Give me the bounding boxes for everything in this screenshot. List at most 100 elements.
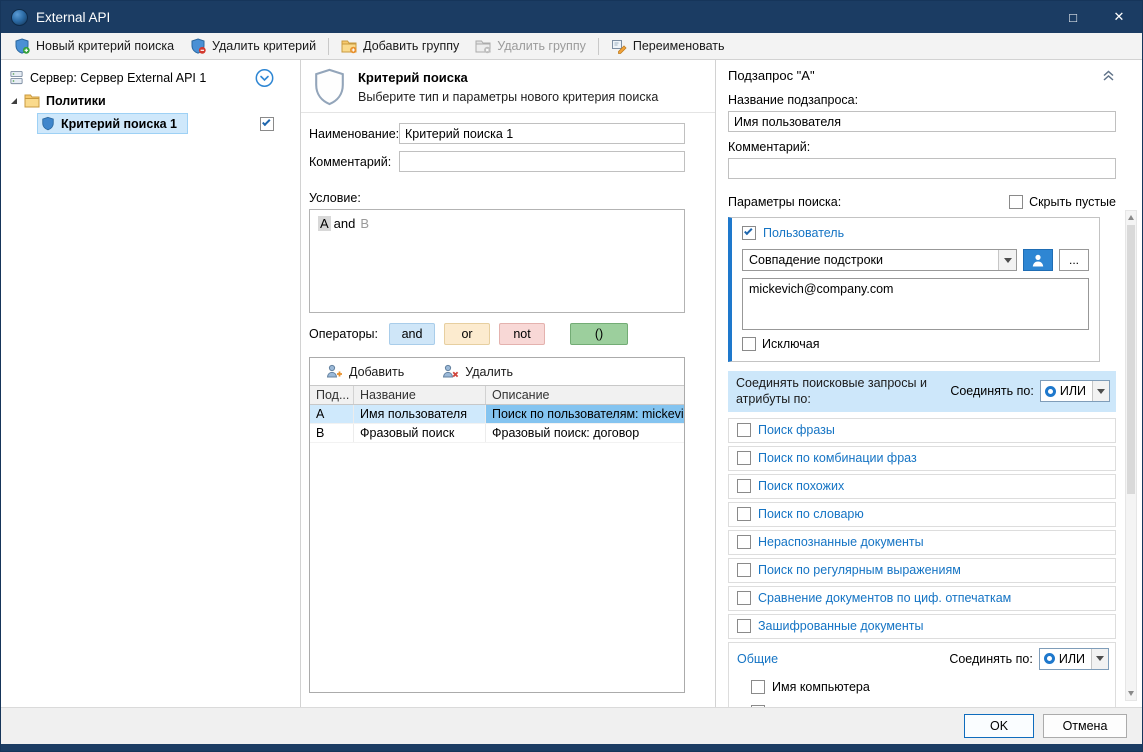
more-button[interactable]: ... bbox=[1059, 249, 1089, 271]
common-join-mode-select[interactable]: ИЛИ bbox=[1039, 648, 1109, 670]
list-item[interactable]: Сравнение документов по циф. отпечаткам bbox=[728, 586, 1116, 611]
user-parameter-group: Пользователь Совпадение подстроки ... mi… bbox=[728, 217, 1100, 362]
option-label[interactable]: Поиск по словарю bbox=[758, 507, 864, 521]
operator-not-button[interactable]: not bbox=[499, 323, 545, 345]
maximize-button[interactable]: □ bbox=[1050, 1, 1096, 33]
list-item[interactable]: Поиск по комбинации фраз bbox=[728, 446, 1116, 471]
rename-label: Переименовать bbox=[633, 39, 725, 53]
option-checkbox[interactable] bbox=[737, 423, 751, 437]
toolbar: Новый критерий поиска Удалить критерий Д… bbox=[1, 33, 1142, 60]
option-checkbox[interactable] bbox=[737, 563, 751, 577]
check-icon bbox=[262, 117, 270, 125]
scroll-up-icon[interactable] bbox=[1126, 211, 1136, 224]
search-params-label: Параметры поиска: bbox=[728, 195, 841, 209]
option-label[interactable]: Имя компьютера bbox=[772, 680, 870, 694]
operator-and-button[interactable]: and bbox=[389, 323, 435, 345]
hide-empty-checkbox[interactable] bbox=[1009, 195, 1023, 209]
delete-group-label: Удалить группу bbox=[497, 39, 586, 53]
comment-input[interactable] bbox=[399, 151, 685, 172]
ok-button[interactable]: OK bbox=[964, 714, 1034, 738]
operator-or-button[interactable]: or bbox=[444, 323, 490, 345]
condition-token-a[interactable]: A bbox=[318, 216, 331, 231]
common-group-label[interactable]: Общие bbox=[737, 652, 778, 666]
pick-user-button[interactable] bbox=[1023, 249, 1053, 271]
list-item[interactable]: Поиск по регулярным выражениям bbox=[728, 558, 1116, 583]
column-header-name[interactable]: Название bbox=[354, 386, 486, 404]
join-mode-select[interactable]: ИЛИ bbox=[1040, 380, 1110, 402]
person-delete-icon bbox=[442, 364, 459, 379]
rename-icon bbox=[611, 38, 627, 54]
cancel-button[interactable]: Отмена bbox=[1043, 714, 1127, 738]
delete-group-button[interactable]: Удалить группу bbox=[467, 35, 594, 58]
option-label[interactable]: Поиск по регулярным выражениям bbox=[758, 563, 961, 577]
list-item[interactable]: Поиск по словарю bbox=[728, 502, 1116, 527]
option-checkbox[interactable] bbox=[737, 591, 751, 605]
cell-name: Фразовый поиск bbox=[354, 424, 486, 442]
tree-criterion-row[interactable]: Критерий поиска 1 bbox=[1, 112, 300, 135]
add-group-button[interactable]: Добавить группу bbox=[333, 35, 467, 58]
option-checkbox[interactable] bbox=[751, 680, 765, 694]
condition-operator[interactable]: and bbox=[334, 216, 356, 231]
operator-parens-button[interactable]: () bbox=[570, 323, 628, 345]
column-header-id[interactable]: Под... bbox=[310, 386, 354, 404]
option-label[interactable]: Домен bbox=[772, 705, 810, 708]
option-label[interactable]: Поиск по комбинации фраз bbox=[758, 451, 917, 465]
toolbar-separator bbox=[598, 38, 599, 55]
condition-token-b[interactable]: B bbox=[358, 216, 371, 231]
condition-editor[interactable]: AandB bbox=[309, 209, 685, 313]
option-label[interactable]: Нераспознанные документы bbox=[758, 535, 924, 549]
table-row[interactable]: B Фразовый поиск Фразовый поиск: договор bbox=[310, 424, 684, 443]
subquery-comment-input[interactable] bbox=[728, 158, 1116, 179]
grid-add-label: Добавить bbox=[349, 365, 404, 379]
table-row[interactable]: A Имя пользователя Поиск по пользователя… bbox=[310, 405, 684, 424]
close-button[interactable]: ✕ bbox=[1096, 1, 1142, 33]
list-item[interactable]: Имя компьютера bbox=[751, 680, 1109, 694]
list-item[interactable]: Зашифрованные документы bbox=[728, 614, 1116, 639]
option-checkbox[interactable] bbox=[737, 479, 751, 493]
option-label[interactable]: Поиск фразы bbox=[758, 423, 835, 437]
maximize-icon: □ bbox=[1069, 10, 1077, 25]
list-item[interactable]: Нераспознанные документы bbox=[728, 530, 1116, 555]
option-checkbox[interactable] bbox=[737, 451, 751, 465]
tree-policies-row[interactable]: Политики bbox=[1, 89, 300, 112]
list-item[interactable]: Поиск похожих bbox=[728, 474, 1116, 499]
option-label[interactable]: Сравнение документов по циф. отпечаткам bbox=[758, 591, 1011, 605]
exclude-checkbox[interactable] bbox=[742, 337, 756, 351]
shield-outline-icon bbox=[313, 68, 346, 106]
list-item[interactable]: Домен bbox=[751, 705, 1109, 708]
option-label[interactable]: Зашифрованные документы bbox=[758, 619, 924, 633]
rename-button[interactable]: Переименовать bbox=[603, 35, 733, 58]
name-input[interactable] bbox=[399, 123, 685, 144]
person-add-icon bbox=[326, 364, 343, 379]
delete-criterion-button[interactable]: Удалить критерий bbox=[182, 35, 324, 58]
user-checkbox[interactable] bbox=[742, 226, 756, 240]
user-group-label[interactable]: Пользователь bbox=[763, 226, 844, 240]
chevron-circle-icon[interactable] bbox=[255, 68, 274, 87]
app-icon bbox=[11, 9, 28, 26]
editor-header: Критерий поиска Выберите тип и параметры… bbox=[301, 60, 715, 113]
tree-criterion-checkbox[interactable] bbox=[260, 117, 274, 131]
subquery-name-input[interactable] bbox=[728, 111, 1116, 132]
shield-icon bbox=[41, 116, 55, 131]
tree-criterion-selection[interactable]: Критерий поиска 1 bbox=[37, 113, 188, 134]
tree-expander-icon[interactable] bbox=[11, 98, 17, 104]
option-checkbox[interactable] bbox=[737, 619, 751, 633]
option-label[interactable]: Поиск похожих bbox=[758, 479, 844, 493]
new-criterion-button[interactable]: Новый критерий поиска bbox=[6, 35, 182, 58]
scrollbar-thumb[interactable] bbox=[1127, 225, 1135, 494]
operators-label: Операторы: bbox=[309, 327, 378, 341]
list-item[interactable]: Поиск фразы bbox=[728, 418, 1116, 443]
option-checkbox[interactable] bbox=[751, 705, 765, 708]
tree-server-row[interactable]: Сервер: Сервер External API 1 bbox=[1, 66, 300, 89]
option-checkbox[interactable] bbox=[737, 535, 751, 549]
scroll-down-icon[interactable] bbox=[1126, 687, 1136, 700]
folder-icon bbox=[24, 94, 40, 108]
collapse-double-chevron-icon[interactable] bbox=[1101, 69, 1116, 82]
user-value-input[interactable]: mickevich@company.com bbox=[742, 278, 1089, 330]
column-header-desc[interactable]: Описание bbox=[486, 386, 684, 404]
option-checkbox[interactable] bbox=[737, 507, 751, 521]
match-mode-select[interactable]: Совпадение подстроки bbox=[742, 249, 1017, 271]
vertical-scrollbar[interactable] bbox=[1125, 210, 1137, 701]
grid-add-button[interactable]: Добавить bbox=[326, 364, 404, 379]
grid-remove-button[interactable]: Удалить bbox=[442, 364, 513, 379]
